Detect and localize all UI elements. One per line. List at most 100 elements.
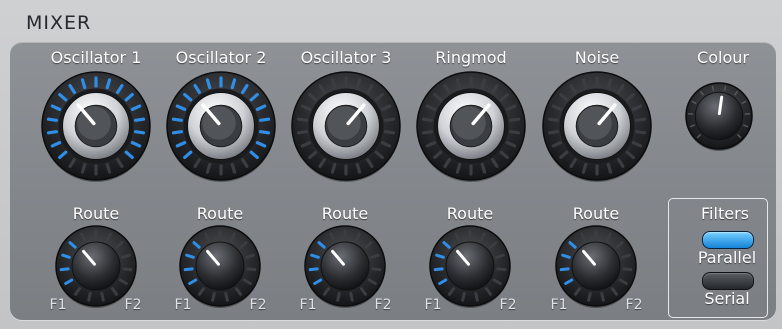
knob-led-segment — [105, 162, 112, 174]
parallel-label: Parallel — [697, 248, 757, 267]
route-3-f1-label: F1 — [299, 297, 317, 313]
knob-led-segment — [336, 291, 341, 302]
knob-led-segment — [59, 267, 70, 272]
route-5-knob[interactable] — [554, 224, 638, 308]
oscillator-1-level-knob-graphic — [41, 71, 151, 182]
filters-title: Filters — [701, 204, 749, 223]
knob-led-segment — [245, 253, 255, 259]
oscillator-3-level-knob[interactable] — [290, 70, 402, 182]
knob-led-segment — [100, 291, 105, 302]
oscillator-2-level-knob-graphic — [166, 71, 276, 182]
route-2-f2-label: F2 — [249, 297, 267, 313]
knob-led-segment — [46, 130, 59, 135]
knob-led-segment — [224, 291, 229, 302]
noise-label: Noise — [574, 48, 620, 67]
ringmod-level-knob-graphic — [416, 71, 526, 182]
route-5-f1-label: F1 — [550, 297, 568, 313]
route-1-f1-label: F1 — [49, 297, 67, 313]
knob-led-segment — [80, 78, 87, 90]
knob-led-segment — [370, 253, 380, 259]
route-2-knob-graphic — [179, 225, 261, 308]
route-4-knob-graphic — [429, 225, 511, 308]
route-1-label: Route — [72, 204, 120, 223]
noise-level-knob[interactable] — [541, 70, 653, 182]
knob-led-segment — [371, 267, 382, 272]
knob-led-segment — [246, 267, 257, 272]
knob-led-segment — [383, 117, 396, 122]
knob-led-segment — [480, 162, 487, 174]
route-5-label: Route — [572, 204, 620, 223]
knob-led-segment — [581, 78, 588, 90]
knob-led-segment — [383, 130, 396, 135]
knob-led-segment — [258, 117, 271, 122]
colour-knob[interactable] — [684, 81, 754, 151]
oscillator-2-label: Oscillator 2 — [175, 48, 267, 67]
knob-led-segment — [133, 130, 146, 135]
knob-led-segment — [330, 162, 337, 174]
serial-toggle-button[interactable] — [702, 272, 754, 290]
knob-led-segment — [622, 267, 633, 272]
parallel-toggle-button[interactable] — [702, 231, 754, 249]
knob-led-segment — [474, 291, 479, 302]
oscillator-3-label: Oscillator 3 — [300, 48, 392, 67]
knob-led-segment — [296, 130, 309, 135]
knob-led-segment — [133, 117, 146, 122]
colour-label: Colour — [697, 48, 749, 67]
knob-led-segment — [105, 78, 112, 90]
knob-led-segment — [87, 291, 92, 302]
oscillator-1-level-knob[interactable] — [40, 70, 152, 182]
route-5-knob-graphic — [555, 225, 637, 308]
knob-led-segment — [185, 253, 195, 259]
knob-led-segment — [634, 117, 647, 122]
knob-led-segment — [61, 253, 71, 259]
route-4-f2-label: F2 — [499, 297, 517, 313]
knob-led-segment — [508, 130, 521, 135]
route-4-knob[interactable] — [428, 224, 512, 308]
mixer-window: MIXER Oscillator 1 Oscillator 2 Oscillat… — [0, 0, 782, 329]
route-1-knob-graphic — [55, 225, 137, 308]
knob-led-segment — [211, 291, 216, 302]
oscillator-2-level-knob[interactable] — [165, 70, 277, 182]
knob-led-segment — [606, 162, 613, 174]
route-4-label: Route — [446, 204, 494, 223]
knob-led-segment — [205, 162, 212, 174]
knob-led-segment — [455, 78, 462, 90]
route-1-knob[interactable] — [54, 224, 138, 308]
knob-led-segment — [121, 253, 131, 259]
knob-led-segment — [310, 253, 320, 259]
knob-led-segment — [606, 78, 613, 90]
knob-led-segment — [621, 253, 631, 259]
knob-led-segment — [171, 117, 184, 122]
knob-led-segment — [547, 117, 560, 122]
knob-led-segment — [495, 253, 505, 259]
route-1-f2-label: F2 — [124, 297, 142, 313]
knob-led-segment — [496, 267, 507, 272]
knob-led-segment — [581, 162, 588, 174]
knob-led-segment — [455, 162, 462, 174]
knob-led-segment — [355, 78, 362, 90]
route-3-knob[interactable] — [303, 224, 387, 308]
knob-led-segment — [205, 78, 212, 90]
knob-led-segment — [547, 130, 560, 135]
knob-led-segment — [561, 253, 571, 259]
knob-led-segment — [634, 130, 647, 135]
knob-led-segment — [600, 291, 605, 302]
knob-led-segment — [80, 162, 87, 174]
noise-level-knob-graphic — [542, 71, 652, 182]
knob-led-segment — [296, 117, 309, 122]
knob-led-segment — [421, 130, 434, 135]
knob-led-segment — [230, 162, 237, 174]
mixer-title: MIXER — [26, 12, 92, 34]
route-3-knob-graphic — [304, 225, 386, 308]
knob-led-segment — [421, 117, 434, 122]
route-2-knob[interactable] — [178, 224, 262, 308]
route-3-label: Route — [321, 204, 369, 223]
oscillator-3-level-knob-graphic — [291, 71, 401, 182]
ringmod-level-knob[interactable] — [415, 70, 527, 182]
route-5-f2-label: F2 — [625, 297, 643, 313]
knob-led-segment — [46, 117, 59, 122]
oscillator-1-label: Oscillator 1 — [50, 48, 142, 67]
knob-led-segment — [183, 267, 194, 272]
knob-led-segment — [559, 267, 570, 272]
knob-led-segment — [330, 78, 337, 90]
